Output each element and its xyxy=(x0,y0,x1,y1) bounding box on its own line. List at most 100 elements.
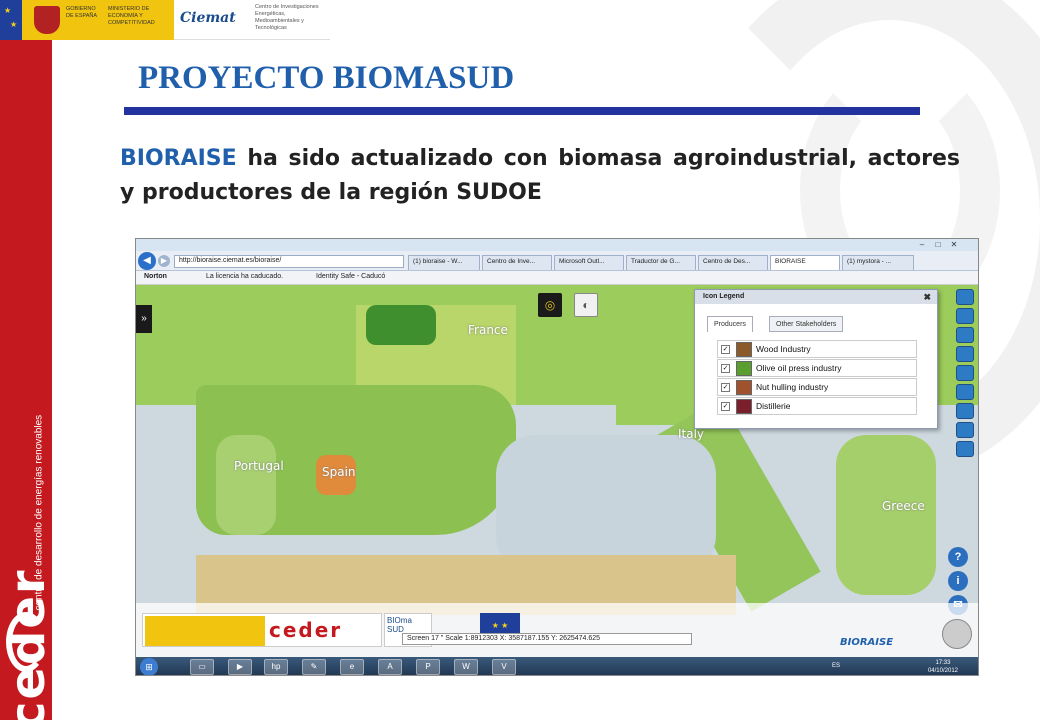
expand-panel-icon[interactable]: » xyxy=(136,305,152,333)
browser-tab[interactable]: (1) mystora - ... xyxy=(842,255,914,270)
media-player-icon[interactable]: ▶ xyxy=(228,659,252,675)
globe-icon[interactable] xyxy=(956,289,974,305)
forward-icon[interactable]: ▶ xyxy=(158,255,170,267)
browser-tab[interactable]: Centro de Des... xyxy=(698,255,768,270)
tab-producers[interactable]: Producers xyxy=(707,316,753,332)
close-icon[interactable]: ✕ xyxy=(948,240,960,250)
zoom-box-icon[interactable] xyxy=(956,365,974,381)
ciemat-logo: Ciemat xyxy=(180,10,236,26)
legend-item-label: Distillerie xyxy=(756,401,791,411)
undo-icon[interactable] xyxy=(956,384,974,400)
window-titlebar xyxy=(136,239,978,251)
measure-icon[interactable] xyxy=(956,422,974,438)
word-icon[interactable]: W xyxy=(454,659,478,675)
coat-of-arms-icon xyxy=(34,6,60,34)
land-portugal xyxy=(216,435,276,535)
slide: ceder centro de desarrollo de energías r… xyxy=(0,0,1040,720)
visio-icon[interactable]: V xyxy=(492,659,516,675)
sidebar-band: ceder centro de desarrollo de energías r… xyxy=(0,0,56,720)
spain-government-logo xyxy=(145,616,265,646)
zoom-out-icon[interactable] xyxy=(956,346,974,362)
hp-icon[interactable]: hp xyxy=(264,659,288,675)
browser-tab[interactable]: Traductor de G... xyxy=(626,255,696,270)
ceder-vertical-subtitle: centro de desarrollo de energías renovab… xyxy=(33,414,45,611)
paint-icon[interactable]: ✎ xyxy=(302,659,326,675)
pan-compass-icon[interactable] xyxy=(942,619,972,649)
right-toolbar xyxy=(956,289,976,460)
print-icon[interactable] xyxy=(956,441,974,457)
legend-title: Icon Legend ✖ xyxy=(695,290,937,304)
language-indicator[interactable]: ES xyxy=(832,663,840,669)
body-text: ha sido actualizado con biomasa agroindu… xyxy=(120,146,960,205)
maximize-icon[interactable]: □ xyxy=(932,240,944,250)
minimize-icon[interactable]: – xyxy=(916,240,928,250)
map-label-portugal: Portugal xyxy=(234,459,284,473)
legend-item-label: Nut hulling industry xyxy=(756,382,829,392)
distillery-icon xyxy=(736,399,752,414)
system-clock[interactable]: 17:33 04/10/2012 xyxy=(928,659,958,675)
checkbox[interactable]: ✓ xyxy=(721,364,730,373)
checkbox[interactable]: ✓ xyxy=(721,402,730,411)
map-label-italy: Italy xyxy=(678,427,705,441)
ie-icon[interactable]: e xyxy=(340,659,364,675)
zoom-in-icon[interactable] xyxy=(956,327,974,343)
license-notice[interactable]: La licencia ha caducado. xyxy=(206,273,283,280)
checkbox[interactable]: ✓ xyxy=(721,345,730,354)
body-paragraph: BIORAISE ha sido actualizado con biomasa… xyxy=(120,142,960,210)
map-label-greece: Greece xyxy=(882,499,925,513)
map-view[interactable]: » ◎ ◐ France Portugal Spain Italy Greece… xyxy=(136,285,978,657)
layers-icon[interactable] xyxy=(956,308,974,324)
bioraise-highlight: BIORAISE xyxy=(120,146,237,171)
partner-logos: ceder xyxy=(142,613,382,647)
browser-tab[interactable]: (1) bioraise - W... xyxy=(408,255,480,270)
legend-title-text: Icon Legend xyxy=(703,293,745,300)
start-button[interactable]: ⊞ xyxy=(140,658,158,675)
browser-tab-active[interactable]: BIORAISE xyxy=(770,255,840,270)
satellite-layer-icon[interactable]: ◎ xyxy=(538,293,562,317)
clock-date: 04/10/2012 xyxy=(927,668,958,674)
title-underline xyxy=(124,107,920,115)
browser-tab[interactable]: Centro de Inve... xyxy=(482,255,552,270)
olive-icon xyxy=(736,361,752,376)
browser-tab[interactable]: Microsoft Outl... xyxy=(554,255,624,270)
acrobat-icon[interactable]: A xyxy=(378,659,402,675)
legend-item[interactable]: ✓ Wood Industry xyxy=(717,340,917,358)
redo-icon[interactable] xyxy=(956,403,974,419)
ceder-logo: ceder xyxy=(269,618,343,642)
browser-toolbar: Norton La licencia ha caducado. Identity… xyxy=(136,271,978,285)
checkbox[interactable]: ✓ xyxy=(721,383,730,392)
windows-taskbar: ⊞ ▭ ▶ hp ✎ e A P W V ES 17:33 04/10/2012 xyxy=(136,657,978,675)
land-balkans xyxy=(836,435,936,595)
legend-item[interactable]: ✓ Distillerie xyxy=(717,397,917,415)
legend-item[interactable]: ✓ Nut hulling industry xyxy=(717,378,917,396)
eu-flag-icon: ★ ★ xyxy=(0,0,22,40)
wood-icon xyxy=(736,342,752,357)
icon-legend-panel: Icon Legend ✖ Producers Other Stakeholder… xyxy=(694,289,938,429)
map-label-spain: Spain xyxy=(322,465,356,479)
ciemat-subtitle: Centro de Investigaciones Energéticas, M… xyxy=(255,4,319,31)
address-bar[interactable]: http://bioraise.ciemat.es/bioraise/ xyxy=(174,255,404,268)
legend-close-icon[interactable]: ✖ xyxy=(923,292,931,303)
norton-button[interactable]: Norton xyxy=(144,273,167,280)
browser-screenshot: – □ ✕ ◀ ▶ http://bioraise.ciemat.es/bior… xyxy=(135,238,979,676)
tab-other-stakeholders[interactable]: Other Stakeholders xyxy=(769,316,844,332)
sea-west-med xyxy=(496,435,716,575)
ceder-swirl-icon xyxy=(6,612,46,672)
nut-icon xyxy=(736,380,752,395)
clock-time: 17:33 xyxy=(935,660,951,666)
coordinate-bar: Screen 17 " Scale 1:8912303 X: 3587187.1… xyxy=(402,633,692,645)
identity-safe-button[interactable]: Identity Safe - Caducó xyxy=(316,273,385,280)
map-label-france: France xyxy=(468,323,508,337)
logo-strip: ★ ★ GOBIERNO DE ESPAÑA MINISTERIO DE ECON… xyxy=(0,0,330,40)
forest-landes xyxy=(366,305,436,345)
info-icon[interactable]: i xyxy=(948,571,968,591)
explorer-icon[interactable]: ▭ xyxy=(190,659,214,675)
powerpoint-icon[interactable]: P xyxy=(416,659,440,675)
help-icon[interactable]: ? xyxy=(948,547,968,567)
page-title: PROYECTO BIOMASUD xyxy=(138,60,515,96)
legend-item[interactable]: ✓ Olive oil press industry xyxy=(717,359,917,377)
ministry-text: MINISTERIO DE ECONOMÍA Y COMPETITIVIDAD xyxy=(108,6,155,26)
bioraise-logo: BIORAISE xyxy=(840,637,894,648)
back-icon[interactable]: ◀ xyxy=(138,252,156,270)
map-layer-icon[interactable]: ◐ xyxy=(574,293,598,317)
